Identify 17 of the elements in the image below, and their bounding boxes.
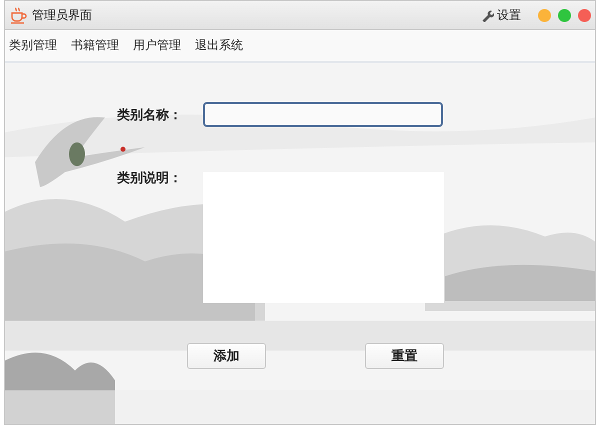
- wrench-icon: [481, 8, 494, 22]
- input-field[interactable]: [203, 102, 443, 127]
- form-button[interactable]: 添加: [187, 343, 266, 369]
- text-area[interactable]: [203, 172, 444, 303]
- menu-item[interactable]: 书籍管理: [71, 37, 119, 54]
- settings-button[interactable]: 设置: [481, 6, 521, 24]
- window-title: 管理员界面: [32, 6, 92, 24]
- close-button[interactable]: [578, 8, 591, 22]
- menu-item[interactable]: 用户管理: [133, 37, 181, 54]
- form-button[interactable]: 重置: [365, 343, 444, 369]
- minimize-button[interactable]: [538, 8, 551, 22]
- teacup-icon: [9, 6, 27, 24]
- menu-item[interactable]: 类别管理: [9, 37, 57, 54]
- maximize-button[interactable]: [558, 8, 571, 22]
- field-label: 类别名称：: [117, 107, 183, 124]
- menu-item[interactable]: 退出系统: [195, 37, 243, 54]
- field-label: 类别说明：: [117, 170, 183, 187]
